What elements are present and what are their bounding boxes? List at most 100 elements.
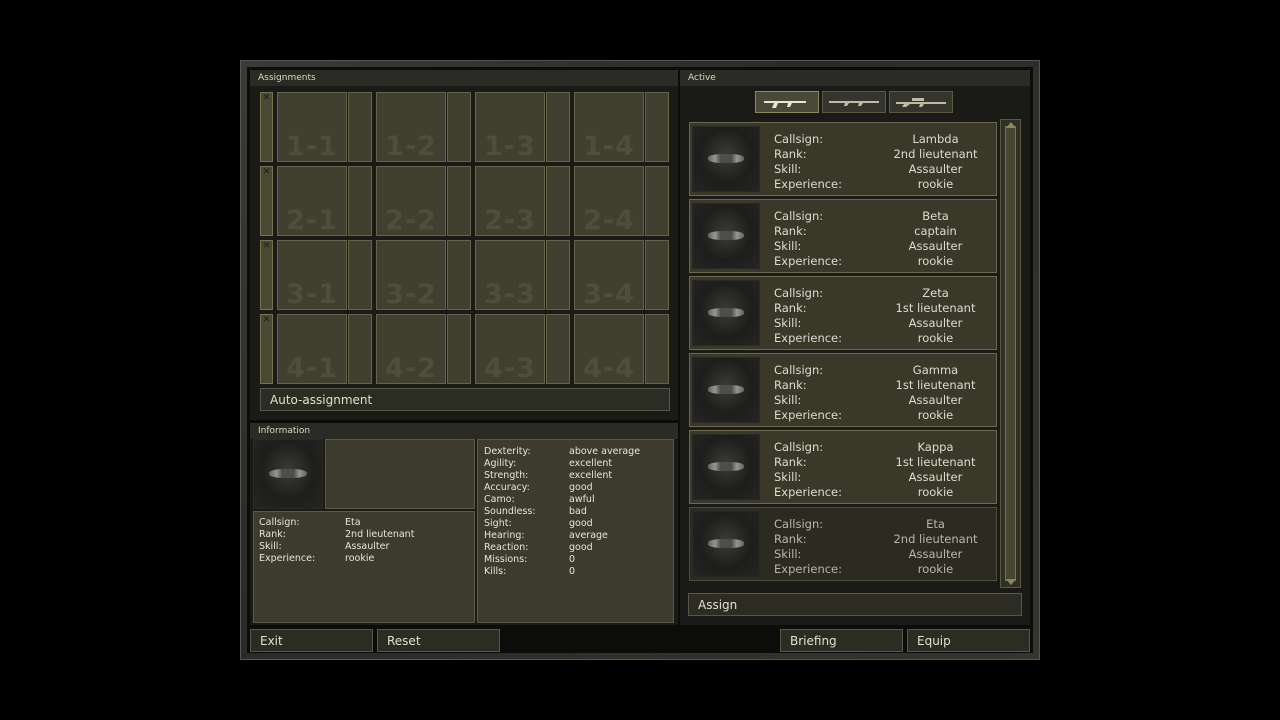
assignment-equipment-slot[interactable] (447, 314, 471, 384)
assignment-slot[interactable]: 4-1 (277, 314, 347, 384)
assignment-equipment-slot[interactable] (447, 240, 471, 310)
soldier-rank-label: Rank: (774, 147, 807, 161)
soldier-experience-value: rookie (917, 562, 954, 576)
soldier-callsign-value: Beta (922, 209, 949, 223)
stat-label: Hearing: (484, 530, 525, 541)
briefing-button[interactable]: Briefing (780, 629, 903, 652)
soldier-experience-label: Experience: (774, 485, 843, 499)
info-rank-label: Rank: (259, 529, 286, 540)
weapon-tab-grenade-launcher[interactable] (822, 91, 886, 113)
assignment-equipment-slot[interactable] (645, 166, 669, 236)
weapon-tab-assault-rifle[interactable] (755, 91, 819, 113)
assignment-equipment-slot[interactable] (546, 314, 570, 384)
soldier-experience-value: rookie (917, 485, 954, 499)
scroll-down-arrow-icon[interactable] (1006, 579, 1016, 585)
assignment-slot[interactable]: 4-2 (376, 314, 446, 384)
assignment-equipment-slot[interactable] (447, 166, 471, 236)
soldier-card[interactable]: Callsign: Gamma Rank: 1st lieutenant Skill: A… (689, 353, 997, 427)
row-clear-button[interactable]: ✕ (260, 314, 273, 384)
assignment-equipment-slot[interactable] (348, 166, 372, 236)
sniper-rifle-icon (896, 98, 946, 107)
soldier-card[interactable]: Callsign: Kappa Rank: 1st lieutenant Skill: A… (689, 430, 997, 504)
row-clear-button[interactable]: ✕ (260, 166, 273, 236)
stat-label: Dexterity: (484, 446, 531, 457)
soldier-skill-value: Assaulter (908, 547, 963, 561)
soldier-card[interactable]: Callsign: Beta Rank: captain Skill: Assaulter… (689, 199, 997, 273)
info-experience-label: Experience: (259, 553, 316, 564)
list-scrollbar[interactable] (1000, 119, 1021, 588)
soldier-card[interactable]: Callsign: Zeta Rank: 1st lieutenant Skill: As… (689, 276, 997, 350)
assignment-slot[interactable]: 1-3 (475, 92, 545, 162)
slot-label: 4-1 (286, 353, 338, 384)
assignment-equipment-slot[interactable] (546, 240, 570, 310)
scroll-up-arrow-icon[interactable] (1006, 122, 1016, 128)
assignment-slot[interactable]: 4-4 (574, 314, 644, 384)
assignment-equipment-slot[interactable] (348, 92, 372, 162)
soldier-stats-box: Dexterity: above average Agility: excellent… (477, 439, 674, 623)
mask-eyes (707, 384, 745, 394)
mask-eyes (707, 538, 745, 548)
soldier-skill-label: Skill: (774, 547, 802, 561)
assignment-equipment-slot[interactable] (447, 92, 471, 162)
info-callsign-label: Callsign: (259, 517, 300, 528)
soldier-card[interactable]: Callsign: Eta Rank: 2nd lieutenant Skill: Ass… (689, 507, 997, 581)
soldier-skill-value: Assaulter (908, 470, 963, 484)
assignment-slot[interactable]: 2-2 (376, 166, 446, 236)
assignment-slot[interactable]: 3-1 (277, 240, 347, 310)
stat-value: good (569, 518, 593, 529)
information-title: Information (250, 423, 678, 439)
slot-label: 1-3 (484, 131, 536, 162)
exit-button[interactable]: Exit (250, 629, 373, 652)
close-icon: ✕ (262, 241, 271, 251)
auto-assignment-button[interactable]: Auto-assignment (260, 388, 670, 411)
assign-button[interactable]: Assign (688, 593, 1022, 616)
soldier-skill-value: Assaulter (908, 393, 963, 407)
scrollbar-thumb[interactable] (1005, 126, 1016, 581)
assignment-equipment-slot[interactable] (546, 92, 570, 162)
row-clear-button[interactable]: ✕ (260, 92, 273, 162)
slot-label: 3-3 (484, 279, 536, 310)
assignment-slot[interactable]: 3-4 (574, 240, 644, 310)
slot-label: 1-4 (583, 131, 635, 162)
stat-label: Kills: (484, 566, 507, 577)
stat-label: Missions: (484, 554, 528, 565)
stat-value: 0 (569, 566, 576, 577)
grenade-launcher-icon (829, 101, 879, 106)
soldier-experience-value: rookie (917, 177, 954, 191)
assignment-slot[interactable]: 2-1 (277, 166, 347, 236)
stat-value: good (569, 482, 593, 493)
soldier-skill-label: Skill: (774, 393, 802, 407)
soldier-skill-value: Assaulter (908, 162, 963, 176)
assignment-slot[interactable]: 4-3 (475, 314, 545, 384)
row-clear-button[interactable]: ✕ (260, 240, 273, 310)
assignment-slot[interactable]: 2-3 (475, 166, 545, 236)
assignment-equipment-slot[interactable] (645, 240, 669, 310)
soldier-callsign-label: Callsign: (774, 132, 824, 146)
soldier-callsign-label: Callsign: (774, 517, 824, 531)
equip-button[interactable]: Equip (907, 629, 1030, 652)
assignment-slot[interactable]: 3-3 (475, 240, 545, 310)
assignment-slot[interactable]: 3-2 (376, 240, 446, 310)
soldier-rank-label: Rank: (774, 378, 807, 392)
weapon-tab-sniper-rifle[interactable] (889, 91, 953, 113)
slot-label: 3-1 (286, 279, 338, 310)
assignment-slot[interactable]: 1-1 (277, 92, 347, 162)
soldier-callsign-value: Eta (926, 517, 945, 531)
assignment-equipment-slot[interactable] (645, 92, 669, 162)
soldier-rank-value: 1st lieutenant (895, 301, 976, 315)
assignment-equipment-slot[interactable] (348, 240, 372, 310)
reset-button[interactable]: Reset (377, 629, 500, 652)
assignment-slot[interactable]: 1-2 (376, 92, 446, 162)
stat-value: good (569, 542, 593, 553)
soldier-experience-value: rookie (917, 408, 954, 422)
soldier-skill-label: Skill: (774, 162, 802, 176)
stat-label: Camo: (484, 494, 515, 505)
assignment-slot[interactable]: 1-4 (574, 92, 644, 162)
slot-label: 4-4 (583, 353, 635, 384)
assignment-equipment-slot[interactable] (348, 314, 372, 384)
stat-value: average (569, 530, 608, 541)
assignment-slot[interactable]: 2-4 (574, 166, 644, 236)
soldier-card[interactable]: Callsign: Lambda Rank: 2nd lieutenant Skill:… (689, 122, 997, 196)
assignment-equipment-slot[interactable] (645, 314, 669, 384)
assignment-equipment-slot[interactable] (546, 166, 570, 236)
